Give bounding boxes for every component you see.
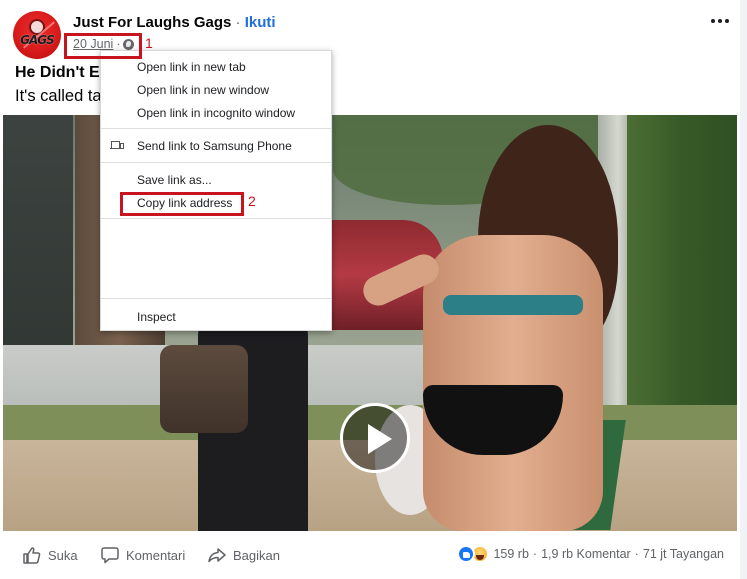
device-phone [120, 143, 124, 149]
views-count: 71 jt Tayangan [642, 547, 724, 561]
video-scene-top [443, 295, 583, 315]
annotation-box-2 [120, 192, 244, 216]
comments-count[interactable]: 1,9 rb Komentar [541, 547, 631, 561]
annotation-label-2: 2 [248, 193, 256, 209]
video-scene-bag [160, 345, 248, 433]
share-button[interactable]: Bagikan [207, 545, 280, 565]
post-stats: 159 rb · 1,9 rb Komentar · 71 jt Tayanga… [457, 545, 724, 563]
post-title: He Didn't E [15, 64, 100, 81]
play-icon[interactable] [340, 403, 410, 473]
menu-divider [101, 162, 331, 163]
context-menu: Open link in new tab Open link in new wi… [100, 50, 332, 331]
dot [725, 19, 729, 23]
menu-divider [101, 298, 331, 299]
dot [718, 19, 722, 23]
post-header: Just For Laughs Gags · Ikuti [73, 14, 276, 31]
stats-separator: · [634, 547, 639, 561]
menu-item-open-incognito[interactable]: Open link in incognito window [101, 102, 331, 124]
menu-item-open-new-window[interactable]: Open link in new window [101, 79, 331, 101]
avatar-logo-text: GAGS [20, 33, 55, 47]
page-name-link[interactable]: Just For Laughs Gags [73, 14, 231, 31]
menu-item-open-new-tab[interactable]: Open link in new tab [101, 56, 331, 78]
page-avatar[interactable]: GAGS [13, 11, 61, 59]
reaction-icons[interactable] [457, 545, 490, 563]
device-screen [111, 141, 120, 148]
like-button[interactable]: Suka [22, 545, 78, 565]
reactions-count[interactable]: 159 rb [493, 547, 528, 561]
menu-item-save-link[interactable]: Save link as... [101, 169, 331, 191]
share-icon [208, 548, 226, 563]
like-label: Suka [48, 547, 78, 563]
menu-item-inspect[interactable]: Inspect [101, 306, 331, 328]
page-edge [740, 0, 747, 579]
follow-button[interactable]: Ikuti [245, 14, 276, 31]
menu-divider [101, 218, 331, 219]
menu-item-label: Send link to Samsung Phone [137, 139, 292, 153]
separator: · [235, 14, 241, 31]
share-label: Bagikan [233, 547, 280, 563]
video-scene-woman [423, 235, 603, 531]
menu-item-send-to-device[interactable]: Send link to Samsung Phone [101, 135, 331, 157]
annotation-box-1 [64, 33, 142, 59]
annotation-label-1: 1 [145, 35, 153, 51]
stats-separator: · [532, 547, 538, 561]
comment-label: Komentari [126, 547, 186, 563]
more-options-icon[interactable] [711, 19, 729, 27]
menu-divider [101, 128, 331, 129]
dot [711, 19, 715, 23]
comment-button[interactable]: Komentari [100, 545, 185, 565]
facebook-post: GAGS Just For Laughs Gags · Ikuti 20 Jun… [0, 0, 740, 579]
thumbs-up-icon [23, 547, 41, 564]
comment-icon [101, 547, 119, 564]
device-icon [110, 141, 124, 151]
post-text: It's called ta [15, 87, 102, 105]
